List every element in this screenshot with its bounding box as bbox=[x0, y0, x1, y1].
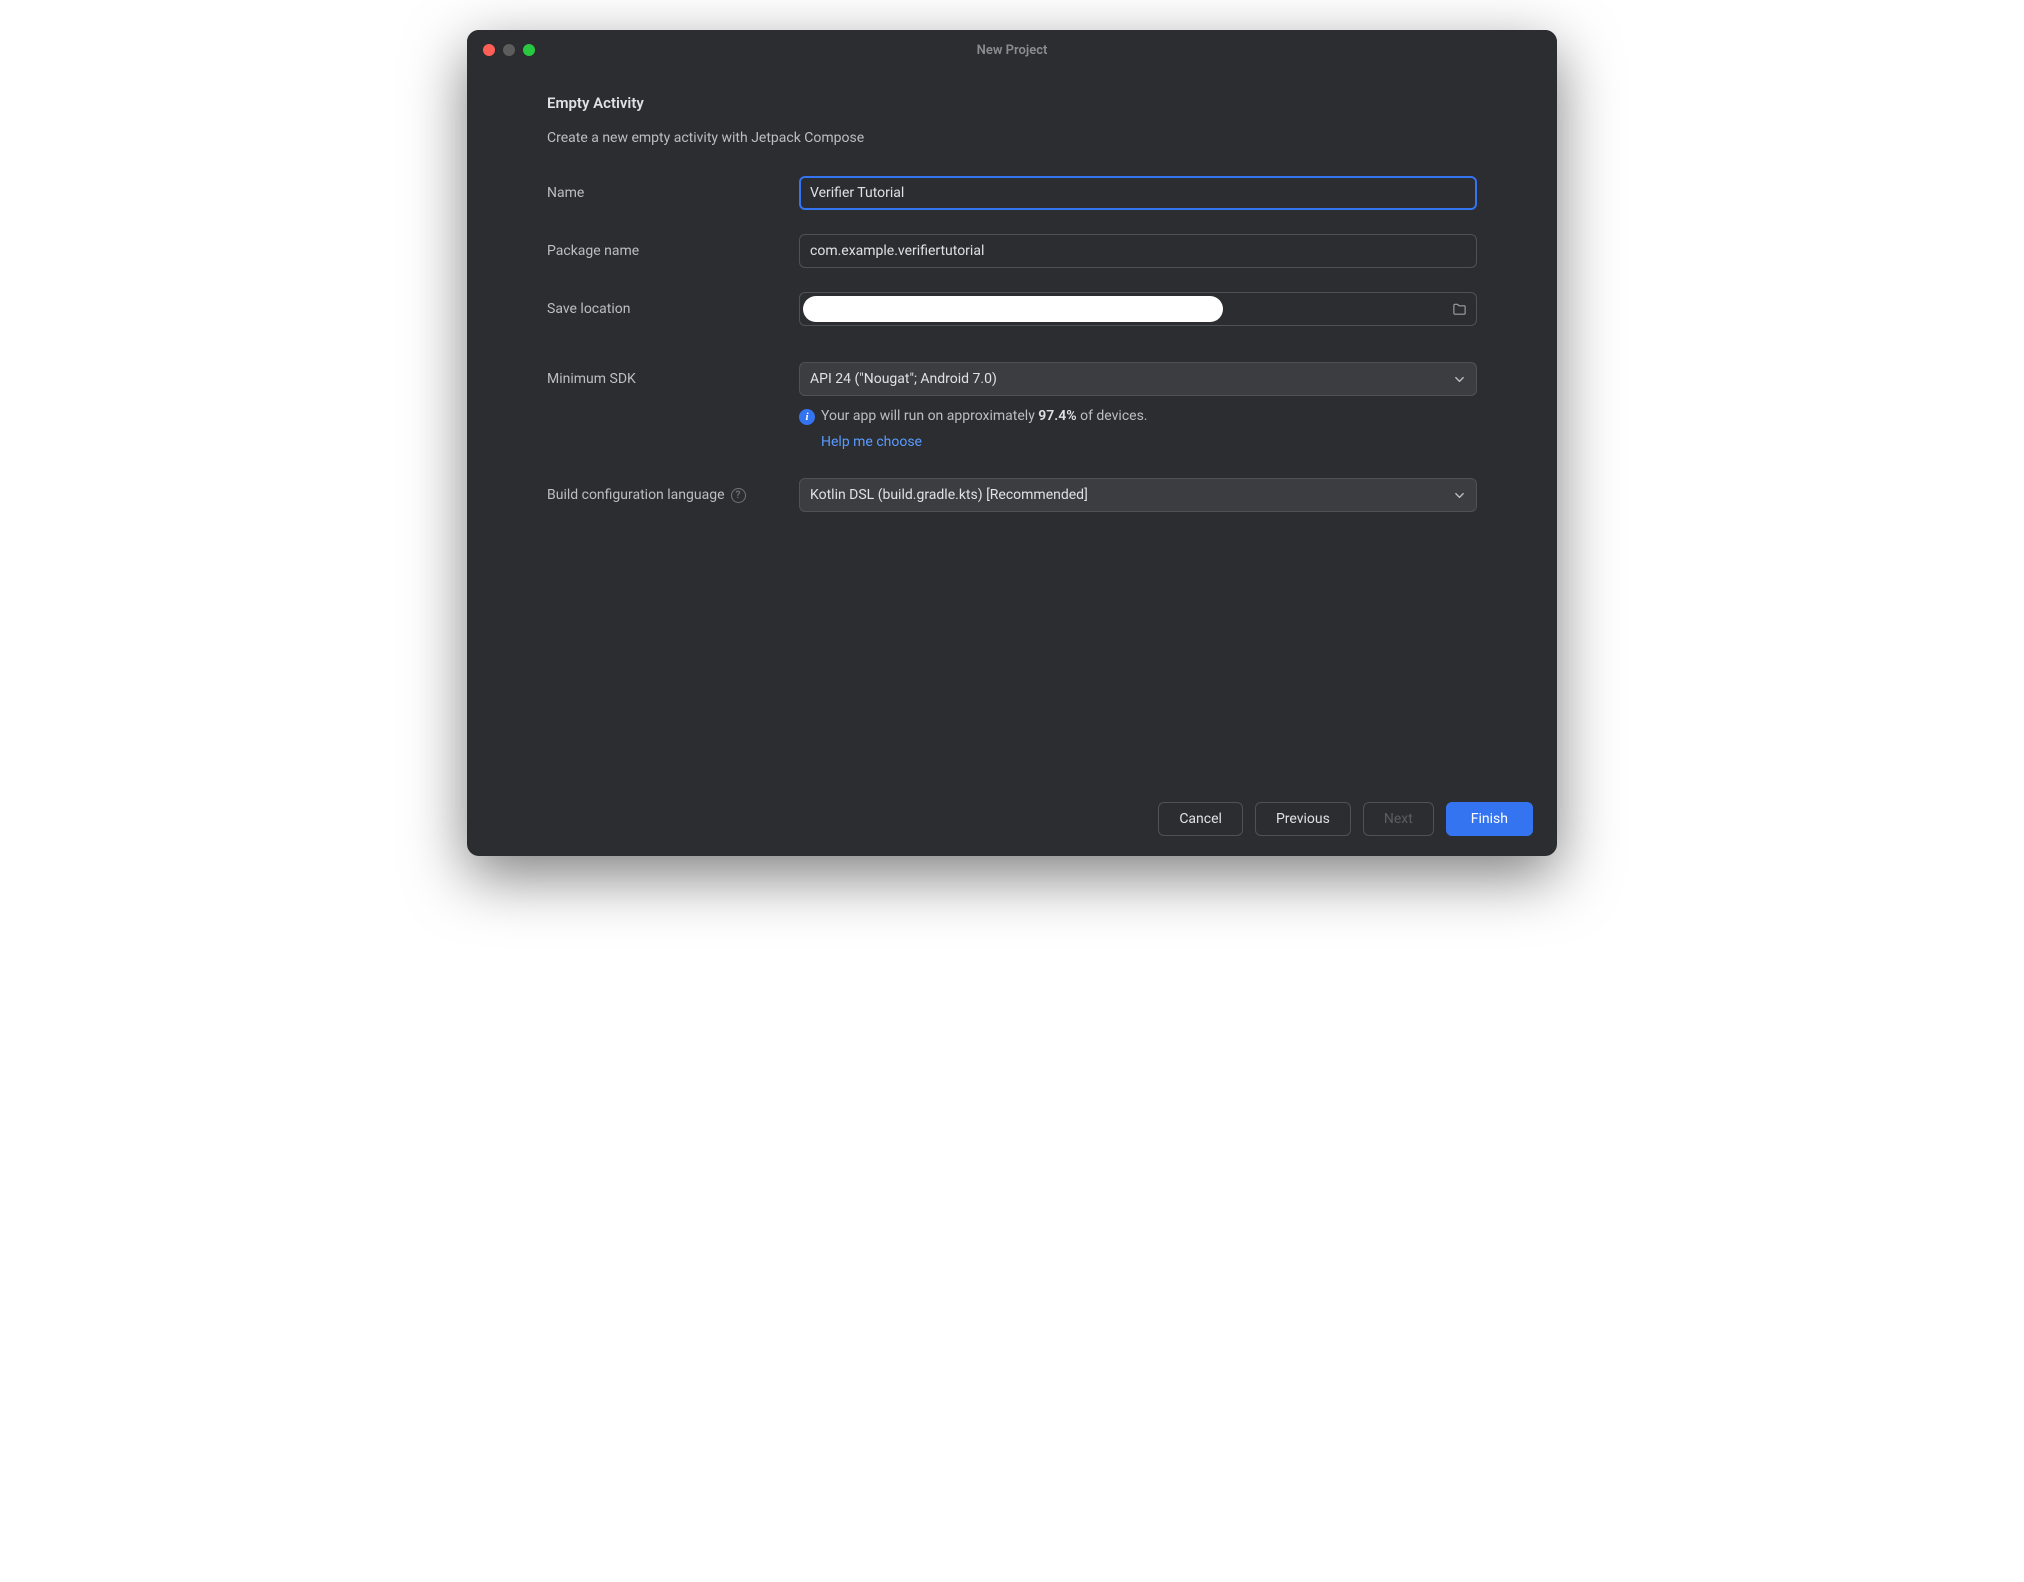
next-button: Next bbox=[1363, 802, 1434, 836]
help-icon[interactable]: ? bbox=[731, 488, 746, 503]
build-config-label: Build configuration language ? bbox=[547, 487, 799, 503]
minimize-button[interactable] bbox=[503, 44, 515, 56]
new-project-window: New Project Empty Activity Create a new … bbox=[467, 30, 1557, 856]
chevron-down-icon bbox=[1452, 488, 1466, 502]
spacer bbox=[547, 536, 1477, 766]
package-name-row: Package name bbox=[547, 234, 1477, 268]
titlebar: New Project bbox=[467, 30, 1557, 70]
close-button[interactable] bbox=[483, 44, 495, 56]
dialog-footer: Cancel Previous Next Finish bbox=[467, 786, 1557, 856]
name-label: Name bbox=[547, 185, 799, 201]
build-config-value: Kotlin DSL (build.gradle.kts) [Recommend… bbox=[810, 487, 1088, 503]
info-icon: i bbox=[799, 409, 815, 425]
name-input[interactable] bbox=[799, 176, 1477, 210]
page-heading: Empty Activity bbox=[547, 94, 1477, 112]
save-location-row: Save location bbox=[547, 292, 1477, 326]
help-me-choose-link[interactable]: Help me choose bbox=[821, 434, 922, 450]
help-link-row: Help me choose bbox=[821, 431, 1477, 450]
cancel-button[interactable]: Cancel bbox=[1158, 802, 1243, 836]
window-title: New Project bbox=[483, 43, 1541, 58]
maximize-button[interactable] bbox=[523, 44, 535, 56]
device-coverage-info: i Your app will run on approximately 97.… bbox=[799, 408, 1477, 425]
build-config-row: Build configuration language ? Kotlin DS… bbox=[547, 478, 1477, 512]
page-description: Create a new empty activity with Jetpack… bbox=[547, 130, 1477, 146]
device-coverage-text: Your app will run on approximately 97.4%… bbox=[821, 408, 1148, 424]
package-name-label: Package name bbox=[547, 243, 799, 259]
package-name-input[interactable] bbox=[799, 234, 1477, 268]
chevron-down-icon bbox=[1452, 372, 1466, 386]
name-row: Name bbox=[547, 176, 1477, 210]
traffic-lights bbox=[483, 44, 535, 56]
redacted-path bbox=[803, 296, 1223, 322]
build-config-dropdown[interactable]: Kotlin DSL (build.gradle.kts) [Recommend… bbox=[799, 478, 1477, 512]
minimum-sdk-row: Minimum SDK API 24 ("Nougat"; Android 7.… bbox=[547, 362, 1477, 396]
minimum-sdk-value: API 24 ("Nougat"; Android 7.0) bbox=[810, 371, 997, 387]
minimum-sdk-dropdown[interactable]: API 24 ("Nougat"; Android 7.0) bbox=[799, 362, 1477, 396]
minimum-sdk-label: Minimum SDK bbox=[547, 371, 799, 387]
save-location-label: Save location bbox=[547, 301, 799, 317]
browse-folder-icon[interactable] bbox=[1451, 301, 1467, 317]
dialog-content: Empty Activity Create a new empty activi… bbox=[467, 70, 1557, 786]
previous-button[interactable]: Previous bbox=[1255, 802, 1351, 836]
finish-button[interactable]: Finish bbox=[1446, 802, 1533, 836]
